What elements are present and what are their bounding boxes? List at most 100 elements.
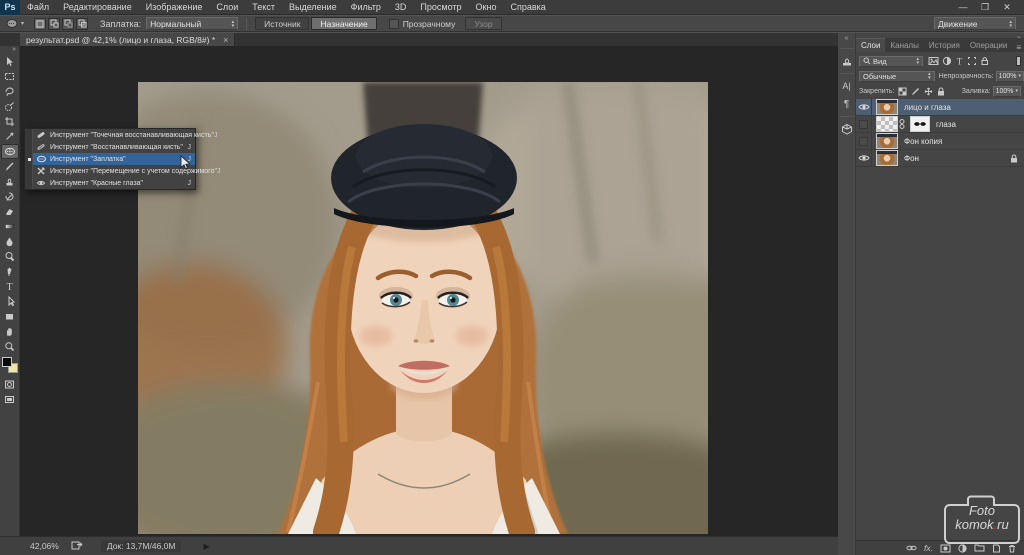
- menu-filter[interactable]: Фильтр: [344, 0, 388, 15]
- brush-tool[interactable]: [1, 159, 19, 174]
- subtract-selection-icon[interactable]: [62, 17, 75, 30]
- fill-value[interactable]: 100% ▾: [992, 85, 1021, 97]
- document-tab[interactable]: результат.psd @ 42,1% (лицо и глаза, RGB…: [20, 33, 236, 46]
- zoom-tool[interactable]: [1, 339, 19, 354]
- tab-actions[interactable]: Операции: [965, 39, 1012, 52]
- lock-transparency-icon[interactable]: [898, 87, 907, 96]
- eyedropper-tool[interactable]: [1, 129, 19, 144]
- flyout-item-red-eye[interactable]: Инструмент "Красные глаза" J: [25, 177, 195, 189]
- menu-view[interactable]: Просмотр: [413, 0, 468, 15]
- path-selection-tool[interactable]: [1, 294, 19, 309]
- filter-kind-select[interactable]: Вид ▴ ▾: [859, 55, 923, 67]
- destination-button[interactable]: Назначение: [311, 17, 377, 30]
- new-group-icon[interactable]: [974, 544, 985, 552]
- paragraph-panel-icon[interactable]: ¶: [838, 95, 856, 113]
- minimize-button[interactable]: —: [952, 0, 974, 15]
- lock-all-icon[interactable]: [937, 87, 945, 96]
- dodge-tool[interactable]: [1, 249, 19, 264]
- visibility-toggle[interactable]: [856, 115, 872, 133]
- screen-mode-button[interactable]: [1, 392, 19, 407]
- clone-stamp-tool[interactable]: [1, 174, 19, 189]
- menu-select[interactable]: Выделение: [282, 0, 344, 15]
- flyout-item-patch[interactable]: Инструмент "Заплатка" J: [25, 153, 195, 165]
- patch-tool[interactable]: [0, 144, 19, 159]
- dock-expand-icon[interactable]: «: [845, 35, 849, 42]
- add-selection-icon[interactable]: [48, 17, 61, 30]
- lock-pixels-icon[interactable]: [911, 87, 920, 96]
- layer-thumbnail[interactable]: [876, 150, 898, 166]
- character-panel-icon[interactable]: A|: [838, 77, 856, 95]
- pattern-button[interactable]: Узор: [465, 17, 502, 30]
- 3d-panel-icon[interactable]: [838, 120, 856, 138]
- layer-thumbnail[interactable]: [876, 133, 898, 149]
- tool-preset-picker[interactable]: ▾: [5, 17, 24, 30]
- quick-selection-tool[interactable]: [1, 99, 19, 114]
- rectangular-marquee-tool[interactable]: [1, 69, 19, 84]
- clone-source-panel-icon[interactable]: [838, 52, 856, 70]
- zoom-level[interactable]: 42,06%: [30, 541, 59, 551]
- foreground-color-swatch[interactable]: [1, 357, 12, 367]
- layer-row-background[interactable]: Фон: [856, 149, 1024, 167]
- crop-tool[interactable]: [1, 114, 19, 129]
- visibility-toggle[interactable]: [856, 132, 872, 150]
- tab-channels[interactable]: Каналы: [885, 39, 923, 52]
- layer-row-face-and-eyes[interactable]: лицо и глаза: [856, 98, 1024, 116]
- filter-type-layers-icon[interactable]: T: [955, 56, 964, 67]
- pen-tool[interactable]: [1, 264, 19, 279]
- menu-edit[interactable]: Редактирование: [56, 0, 139, 15]
- tab-layers[interactable]: Слои: [856, 38, 886, 52]
- layer-row-eyes[interactable]: глаза: [856, 115, 1024, 133]
- restore-button[interactable]: ❐: [974, 0, 996, 15]
- patch-mode-select[interactable]: Нормальный ▴ ▾: [146, 17, 239, 30]
- layer-thumbnail-transparent[interactable]: [876, 116, 898, 132]
- transparent-checkbox[interactable]: [388, 18, 399, 29]
- opacity-value[interactable]: 100% ▾: [995, 70, 1024, 82]
- flyout-item-content-aware-move[interactable]: Инструмент "Перемещение с учетом содержи…: [25, 165, 220, 177]
- menu-3d[interactable]: 3D: [388, 0, 414, 15]
- menu-layers[interactable]: Слои: [209, 0, 245, 15]
- rectangle-shape-tool[interactable]: [1, 309, 19, 324]
- quick-mask-button[interactable]: [1, 377, 19, 392]
- hand-tool[interactable]: [1, 324, 19, 339]
- gradient-tool[interactable]: [1, 219, 19, 234]
- visibility-toggle[interactable]: [856, 98, 872, 116]
- source-button[interactable]: Источник: [255, 17, 310, 30]
- flyout-item-spot-healing[interactable]: Инструмент "Точечная восстанавливающая к…: [25, 129, 217, 141]
- eraser-tool[interactable]: [1, 204, 19, 219]
- status-menu-arrow-icon[interactable]: ▶: [203, 542, 209, 551]
- filter-shape-layers-icon[interactable]: [967, 56, 977, 66]
- layer-thumbnail[interactable]: [876, 99, 898, 115]
- menu-type[interactable]: Текст: [245, 0, 282, 15]
- menu-help[interactable]: Справка: [503, 0, 552, 15]
- filter-pixel-layers-icon[interactable]: [928, 56, 939, 66]
- workspace-select[interactable]: Движение ▴ ▾: [934, 17, 1016, 30]
- intersect-selection-icon[interactable]: [76, 17, 89, 30]
- layer-row-background-copy[interactable]: Фон копия: [856, 132, 1024, 150]
- menu-file[interactable]: Файл: [20, 0, 56, 15]
- panel-menu-icon[interactable]: ≡: [1016, 43, 1021, 52]
- new-selection-icon[interactable]: [34, 17, 47, 30]
- layer-filter-toggle[interactable]: [1016, 56, 1021, 66]
- tab-history[interactable]: История: [924, 39, 965, 52]
- menu-image[interactable]: Изображение: [139, 0, 210, 15]
- lasso-tool[interactable]: [1, 84, 19, 99]
- history-brush-tool[interactable]: [1, 189, 19, 204]
- document-size-info[interactable]: Док: 13,7M/46,0M: [100, 540, 182, 552]
- layer-style-fx-icon[interactable]: fx.: [924, 543, 933, 553]
- blend-mode-select[interactable]: Обычные ▴ ▾: [859, 70, 935, 82]
- menu-window[interactable]: Окно: [469, 0, 504, 15]
- layer-mask-thumbnail[interactable]: [910, 116, 930, 132]
- lock-position-icon[interactable]: [924, 87, 933, 96]
- tab-close-icon[interactable]: ×: [223, 35, 228, 45]
- filter-adjustment-layers-icon[interactable]: [942, 56, 952, 66]
- visibility-toggle[interactable]: [856, 149, 872, 167]
- close-button[interactable]: ✕: [996, 0, 1018, 15]
- toolbar-collapse-icon[interactable]: »: [12, 46, 16, 53]
- flyout-item-healing-brush[interactable]: Инструмент "Восстанавливающая кисть" J: [25, 141, 195, 153]
- link-layers-icon[interactable]: [906, 544, 917, 552]
- blur-tool[interactable]: [1, 234, 19, 249]
- filter-smart-objects-icon[interactable]: [980, 56, 989, 66]
- move-tool[interactable]: [1, 54, 19, 69]
- color-swatches[interactable]: [1, 357, 18, 373]
- type-tool[interactable]: T: [1, 279, 19, 294]
